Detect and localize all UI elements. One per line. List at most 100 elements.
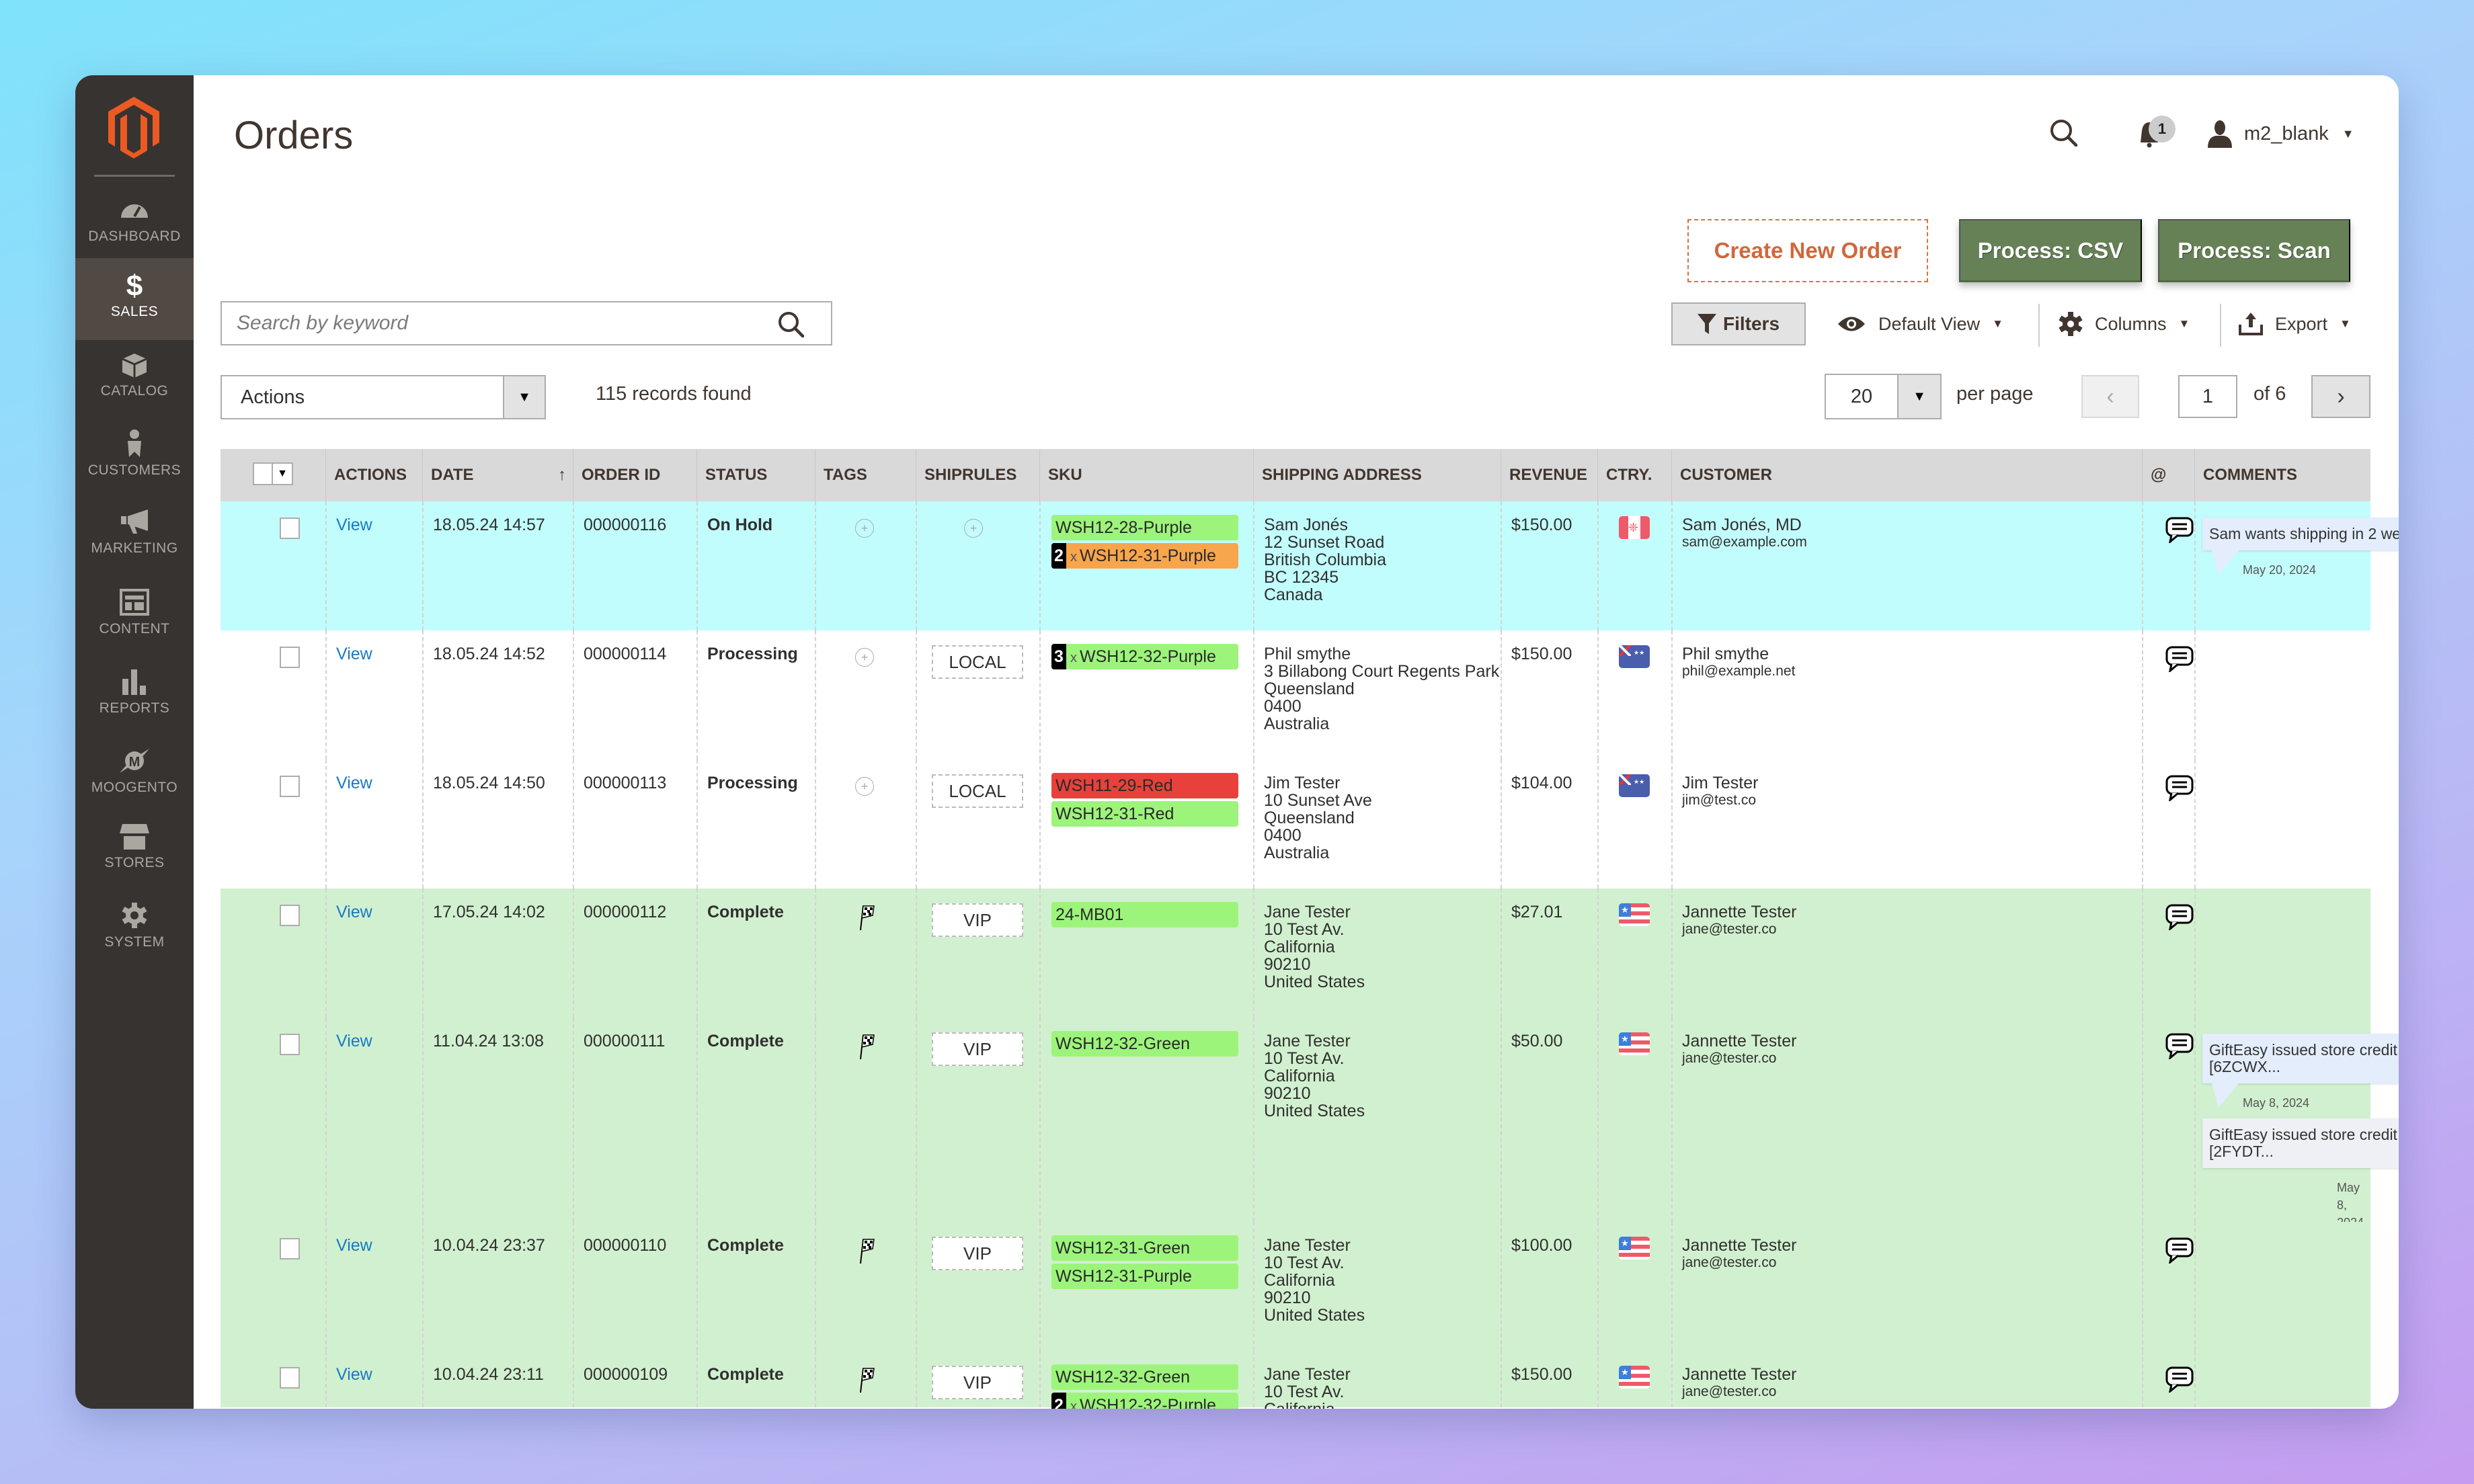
- add-tag-icon[interactable]: +: [855, 777, 874, 796]
- sidebar-item-customers[interactable]: CUSTOMERS: [75, 417, 194, 499]
- sku-badge[interactable]: WSH12-32-Green: [1051, 1364, 1238, 1390]
- comment-icon[interactable]: [2165, 645, 2194, 673]
- mass-actions-select[interactable]: Actions ▼: [221, 375, 546, 419]
- shiprule-badge[interactable]: LOCAL: [932, 645, 1023, 679]
- global-search-icon[interactable]: [2048, 117, 2081, 151]
- sku-badge[interactable]: WSH12-31-Red: [1051, 801, 1238, 827]
- checkered-flag-icon[interactable]: [855, 1032, 875, 1063]
- chevron-down-icon[interactable]: ▼: [503, 376, 545, 418]
- column-header-email-at[interactable]: @: [2142, 449, 2194, 501]
- checkered-flag-icon[interactable]: [855, 903, 875, 934]
- page-number-input[interactable]: 1: [2178, 375, 2237, 418]
- comment-bubble[interactable]: GiftEasy issued store credit [2FYDT...: [2202, 1118, 2399, 1168]
- sidebar-item-moogento[interactable]: M MOOGENTO: [75, 734, 194, 816]
- column-header-shipping-address[interactable]: SHIPPING ADDRESS: [1253, 449, 1501, 501]
- view-order-link[interactable]: View: [336, 1365, 372, 1384]
- row-checkbox[interactable]: [280, 1034, 300, 1055]
- table-row[interactable]: View 18.05.24 14:52 000000114 Processing + LO…: [221, 630, 2370, 759]
- shiprule-badge[interactable]: VIP: [932, 1032, 1023, 1066]
- sidebar-item-catalog[interactable]: CATALOG: [75, 337, 194, 419]
- search-icon[interactable]: [776, 309, 807, 340]
- sidebar-item-sales[interactable]: $ SALES: [75, 258, 194, 340]
- table-row[interactable]: View 17.05.24 14:02 000000112 Complete VIP 24…: [221, 889, 2370, 1018]
- column-header-status[interactable]: STATUS: [696, 449, 815, 501]
- sku-badge[interactable]: 2 x WSH12-32-Purple: [1051, 1393, 1238, 1409]
- comment-icon[interactable]: [2165, 1032, 2194, 1061]
- create-new-order-button[interactable]: Create New Order: [1687, 219, 1928, 282]
- checkered-flag-icon[interactable]: [855, 1237, 875, 1267]
- column-header-tags[interactable]: TAGS: [815, 449, 916, 501]
- row-checkbox[interactable]: [280, 905, 300, 926]
- sidebar-item-marketing[interactable]: MARKETING: [75, 495, 194, 577]
- table-row[interactable]: View 10.04.24 23:11 000000109 Complete VIP WS…: [221, 1351, 2370, 1409]
- columns-dropdown[interactable]: Columns ▼: [2059, 302, 2190, 345]
- comment-icon[interactable]: [2165, 774, 2194, 802]
- column-header-customer[interactable]: CUSTOMER: [1671, 449, 2142, 501]
- row-checkbox[interactable]: [280, 776, 300, 797]
- comment-icon[interactable]: [2165, 1366, 2194, 1394]
- column-header-sku[interactable]: SKU: [1039, 449, 1253, 501]
- add-tag-icon[interactable]: +: [855, 519, 874, 538]
- column-header-revenue[interactable]: REVENUE: [1501, 449, 1597, 501]
- add-tag-icon[interactable]: +: [855, 648, 874, 667]
- comment-icon[interactable]: [2165, 1237, 2194, 1265]
- column-header-actions[interactable]: ACTIONS: [325, 449, 422, 501]
- shiprule-badge[interactable]: VIP: [932, 1237, 1023, 1270]
- sidebar-item-stores[interactable]: STORES: [75, 809, 194, 891]
- sku-badge[interactable]: 3 x WSH12-32-Purple: [1051, 644, 1238, 669]
- comment-icon[interactable]: [2165, 903, 2194, 932]
- sku-badge[interactable]: WSH11-29-Red: [1051, 773, 1238, 798]
- filters-button[interactable]: Filters: [1671, 302, 1806, 345]
- column-header-comments[interactable]: COMMENTS: [2194, 449, 2370, 501]
- checkered-flag-icon[interactable]: [855, 1366, 875, 1396]
- row-checkbox[interactable]: [280, 1367, 300, 1389]
- mass-select-checkbox[interactable]: ▼: [253, 462, 293, 485]
- view-order-link[interactable]: View: [336, 1236, 372, 1255]
- default-view-dropdown[interactable]: Default View ▼: [1837, 302, 2003, 345]
- previous-page-button[interactable]: ‹: [2081, 375, 2139, 418]
- view-order-link[interactable]: View: [336, 903, 372, 921]
- sidebar-item-content[interactable]: CONTENT: [75, 575, 194, 657]
- table-row[interactable]: View 18.05.24 14:57 000000116 On Hold + + WSH1…: [221, 501, 2399, 630]
- table-row[interactable]: View 11.04.24 13:08 000000111 Complete VIP WS…: [221, 1018, 2399, 1229]
- shiprule-badge[interactable]: LOCAL: [932, 774, 1023, 808]
- column-header-shiprules[interactable]: SHIPRULES: [916, 449, 1039, 501]
- chevron-down-icon[interactable]: ▼: [1897, 375, 1940, 418]
- user-menu[interactable]: m2_blank ▼: [2206, 117, 2354, 151]
- column-header-order-id[interactable]: ORDER ID: [573, 449, 696, 501]
- sku-badge[interactable]: WSH12-31-Green: [1051, 1235, 1238, 1261]
- sku-badge[interactable]: 24-MB01: [1051, 902, 1238, 928]
- view-order-link[interactable]: View: [336, 516, 372, 534]
- view-order-link[interactable]: View: [336, 774, 372, 792]
- sku-badge[interactable]: WSH12-31-Purple: [1051, 1264, 1238, 1289]
- process-scan-button[interactable]: Process: Scan: [2158, 219, 2350, 282]
- export-dropdown[interactable]: Export ▼: [2239, 302, 2351, 345]
- column-header-country[interactable]: CTRY.: [1597, 449, 1671, 501]
- sku-badge[interactable]: WSH12-32-Green: [1051, 1031, 1238, 1057]
- view-order-link[interactable]: View: [336, 1032, 372, 1050]
- column-header-date[interactable]: DATE ↑: [422, 449, 573, 501]
- next-page-button[interactable]: ›: [2311, 375, 2370, 418]
- comment-bubble[interactable]: GiftEasy issued store credit [6ZCWX...: [2202, 1034, 2399, 1108]
- per-page-select[interactable]: 20 ▼: [1825, 374, 1942, 419]
- magento-logo[interactable]: [106, 97, 163, 159]
- sidebar-item-dashboard[interactable]: DASHBOARD: [75, 183, 194, 265]
- row-checkbox[interactable]: [280, 518, 300, 539]
- notifications-count-badge[interactable]: 1: [2149, 116, 2176, 142]
- row-checkbox[interactable]: [280, 1238, 300, 1260]
- comment-bubble[interactable]: Sam wants shipping in 2 weeks: [2202, 518, 2399, 575]
- shiprule-badge[interactable]: VIP: [932, 903, 1023, 937]
- view-order-link[interactable]: View: [336, 645, 372, 663]
- add-shiprule-icon[interactable]: +: [964, 519, 983, 538]
- search-input[interactable]: [222, 302, 760, 344]
- sku-badge[interactable]: WSH12-28-Purple: [1051, 515, 1238, 540]
- table-row[interactable]: View 10.04.24 23:37 000000110 Complete VIP WS…: [221, 1222, 2370, 1351]
- shiprule-badge[interactable]: VIP: [932, 1366, 1023, 1399]
- process-csv-button[interactable]: Process: CSV: [1959, 219, 2142, 282]
- sidebar-item-reports[interactable]: REPORTS: [75, 655, 194, 737]
- comment-icon[interactable]: [2165, 516, 2194, 544]
- row-checkbox[interactable]: [280, 647, 300, 668]
- sidebar-item-system[interactable]: SYSTEM: [75, 889, 194, 971]
- table-row[interactable]: View 18.05.24 14:50 000000113 Processing + LO…: [221, 759, 2370, 889]
- sku-badge[interactable]: 2 x WSH12-31-Purple: [1051, 543, 1238, 569]
